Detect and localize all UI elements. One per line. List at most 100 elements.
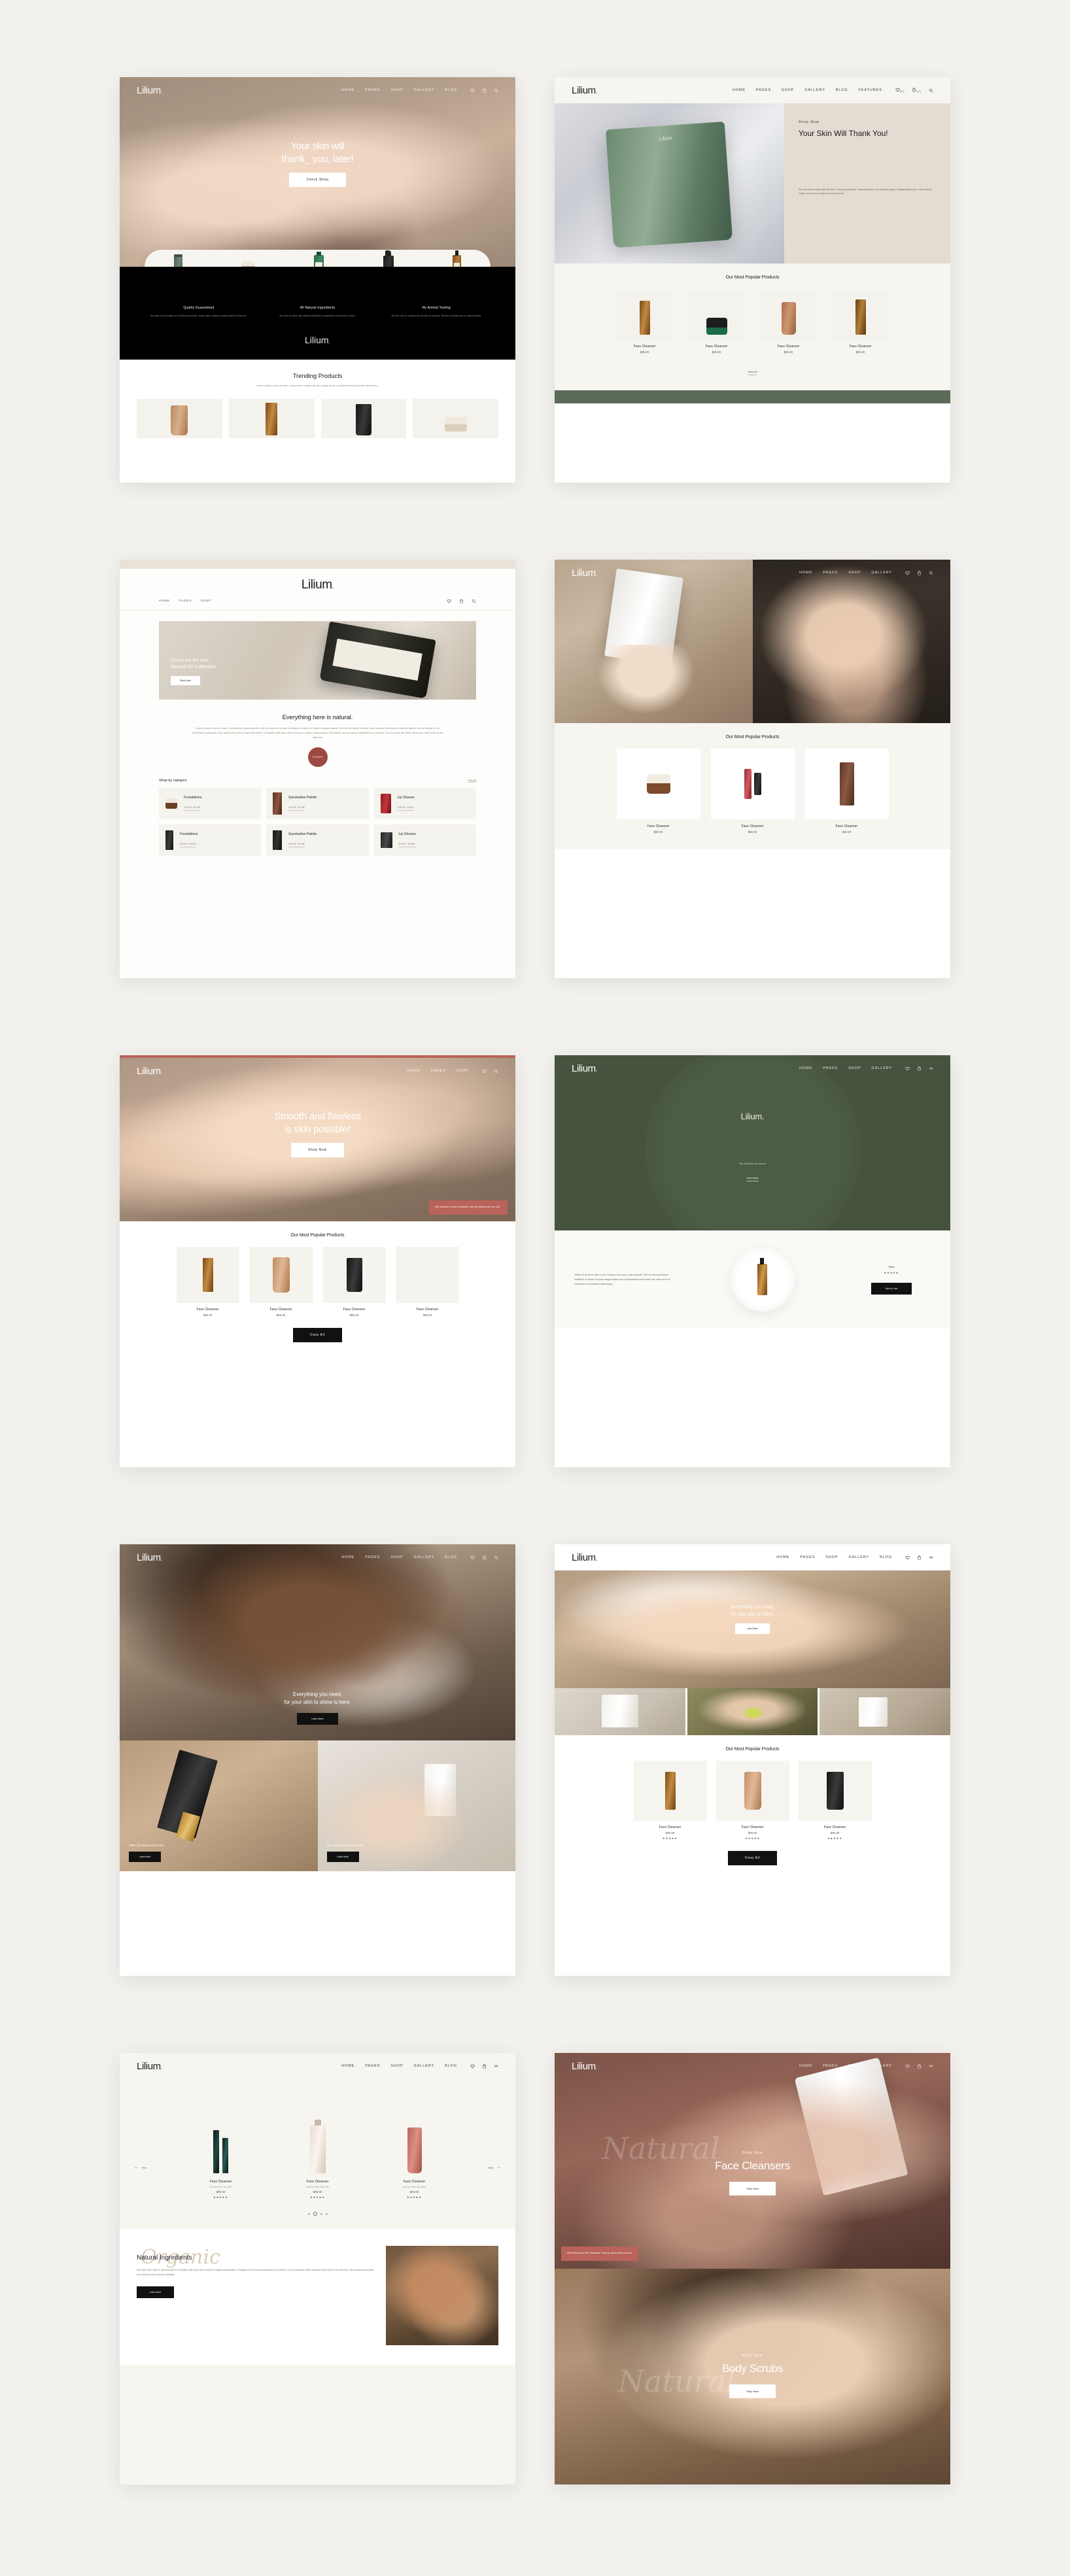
view-all-button[interactable]: View All — [292, 1328, 343, 1342]
demo4-navbar[interactable]: Lilium. HOME PAGES SHOP GALLERY — [555, 560, 950, 586]
carousel-dot[interactable] — [325, 2212, 328, 2215]
nav-link-shop[interactable]: SHOP — [782, 88, 794, 92]
nav-link-home[interactable]: HOME — [341, 1555, 354, 1559]
demo-card-6[interactable]: Lilium. HOME PAGES SHOP GALLERY Lilium. — [555, 1055, 950, 1467]
product-thumb-pump[interactable] — [383, 250, 394, 267]
nav-links[interactable]: HOME PAGES SHOP GALLERY — [799, 2064, 892, 2068]
heart-icon[interactable] — [905, 1555, 910, 1560]
view-all-button[interactable]: View All — [727, 1851, 778, 1865]
nav-link-home[interactable]: HOME — [341, 88, 354, 92]
demo-card-3[interactable]: Lilium. HOME PAGES SHOP Check out the ne… — [120, 560, 515, 978]
nav-links[interactable]: HOME PAGES SHOP GALLERY BLOG — [776, 1555, 892, 1559]
demo-card-4[interactable]: Lilium. HOME PAGES SHOP GALLERY Our Most… — [555, 560, 950, 978]
nav-link-shop[interactable]: SHOP — [848, 2064, 861, 2068]
demo1-hero-button[interactable]: Check Shop — [289, 172, 346, 187]
product-card[interactable]: Face Cleanser $80.00 — [249, 1247, 313, 1317]
category-shop-link[interactable]: SHOP NOW — [398, 843, 415, 848]
demo8-navbar[interactable]: Lilium. HOME PAGES SHOP GALLERY BLOG — [555, 1544, 950, 1570]
nav-link-pages[interactable]: PAGES — [756, 88, 771, 92]
demo10-navbar[interactable]: Lilium. HOME PAGES SHOP GALLERY — [555, 2053, 950, 2079]
nav-links[interactable]: HOME PAGES SHOP GALLERY — [799, 571, 892, 575]
demo8-hero-button[interactable]: Learn More — [734, 1623, 770, 1634]
nav-link-gallery[interactable]: GALLERY — [871, 571, 892, 575]
logo[interactable]: Lilium. — [572, 86, 597, 95]
bag-icon[interactable] — [482, 2063, 487, 2069]
nav-link-gallery[interactable]: GALLERY — [849, 1555, 870, 1559]
product-tile[interactable] — [228, 399, 315, 439]
nav-link-pages[interactable]: PAGES — [800, 1555, 815, 1559]
heart-icon[interactable] — [895, 88, 900, 92]
category-shop-link[interactable]: SHOP NOW — [184, 806, 200, 811]
nav-icons[interactable] — [482, 1069, 498, 1074]
nav-link-home[interactable]: HOME — [733, 88, 746, 92]
demo-card-7[interactable]: Lilium. HOME PAGES SHOP GALLERY BLOG Eve… — [120, 1544, 515, 1976]
category-card[interactable]: Eyeshadow Palette SHOP NOW — [266, 788, 369, 820]
demo7-tile2-button[interactable]: Learn More — [326, 1852, 359, 1862]
nav-link-gallery[interactable]: GALLERY — [871, 1066, 892, 1070]
product-card[interactable]: Face Cleanser $80.00 — [396, 1247, 459, 1317]
demo-card-8[interactable]: Lilium. HOME PAGES SHOP GALLERY BLOG Eve… — [555, 1544, 950, 1976]
nav-links[interactable]: HOME PAGES SHOP GALLERY BLOG — [341, 1555, 457, 1559]
category-shop-link[interactable]: SHOP NOW — [288, 806, 305, 811]
bag-icon[interactable] — [917, 2063, 922, 2069]
wishlist-icon-group[interactable]: (0) — [895, 88, 905, 93]
nav-link-features[interactable]: FEATURES — [859, 88, 882, 92]
demo-card-10[interactable]: Lilium. HOME PAGES SHOP GALLERY Natural … — [555, 2053, 950, 2484]
bag-icon[interactable] — [912, 87, 916, 92]
nav-link-home[interactable]: HOME — [776, 1555, 789, 1559]
product-card[interactable]: Face Cleanser $80.00 — [688, 290, 745, 354]
search-icon[interactable] — [472, 599, 476, 603]
nav-link-pages[interactable]: PAGES — [365, 88, 380, 92]
add-to-cart-button[interactable]: Add to Cart — [871, 1282, 912, 1295]
demo1-product-pill-bar[interactable] — [145, 250, 491, 267]
nav-icons[interactable] — [905, 1066, 933, 1071]
demo2-navbar[interactable]: Lilium. HOME PAGES SHOP GALLERY BLOG FEA… — [555, 77, 950, 103]
demo10-block2-button[interactable]: Shop Now — [729, 2384, 776, 2398]
nav-link-home[interactable]: HOME — [407, 1069, 421, 1073]
product-card[interactable]: Face Cleanser Normal Skin, Dry Skin $80.00… — [279, 2096, 356, 2199]
category-card[interactable]: Foundations SHOP NOW — [159, 824, 262, 856]
nav-links[interactable]: HOME PAGES SHOP — [407, 1069, 469, 1073]
nav-link-gallery[interactable]: GALLERY — [414, 88, 435, 92]
product-thumb-tube[interactable] — [174, 254, 183, 267]
category-card[interactable]: Foundations SHOP NOW — [159, 788, 262, 820]
logo[interactable]: Lilium. — [137, 1066, 162, 1076]
carousel-next[interactable]: Next → — [489, 2165, 501, 2170]
nav-link-shop[interactable]: SHOP — [848, 571, 861, 575]
demo7-hero-button[interactable]: Learn More — [297, 1713, 338, 1725]
logo[interactable]: Lilium. — [302, 578, 334, 592]
bag-icon[interactable] — [482, 1555, 487, 1560]
nav-links[interactable]: HOME PAGES SHOP GALLERY BLOG — [341, 88, 457, 92]
logo[interactable]: Lilium. — [572, 2061, 597, 2071]
product-tile[interactable] — [137, 399, 222, 439]
demo6-navbar[interactable]: Lilium. HOME PAGES SHOP GALLERY — [555, 1055, 950, 1081]
demo7-tile-right[interactable]: See what's best for you skin. Learn More — [317, 1740, 515, 1871]
carousel-dots[interactable] — [120, 2212, 515, 2216]
search-icon[interactable] — [494, 1555, 498, 1560]
demo1-navbar[interactable]: Lilium. HOME PAGES SHOP GALLERY BLOG — [120, 77, 515, 103]
demo-card-9[interactable]: Lilium. HOME PAGES SHOP GALLERY BLOG ← Pr… — [120, 2053, 515, 2484]
search-icon[interactable] — [494, 1069, 498, 1074]
product-card[interactable]: Face Cleanser $80.00 — [804, 749, 889, 834]
nav-link-shop[interactable]: SHOP — [390, 2064, 403, 2068]
product-tile[interactable] — [413, 399, 498, 439]
nav-icons[interactable] — [905, 570, 933, 575]
demo3-navbar[interactable]: HOME PAGES SHOP — [120, 599, 515, 611]
category-shop-link[interactable]: SHOP NOW — [288, 843, 305, 848]
menu-icon[interactable] — [929, 1555, 933, 1560]
nav-link-pages[interactable]: PAGES — [365, 2064, 380, 2068]
search-icon[interactable] — [494, 88, 498, 93]
nav-links[interactable]: HOME PAGES SHOP GALLERY — [799, 1066, 892, 1070]
demo7-tile1-button[interactable]: Learn More — [129, 1852, 162, 1862]
product-card[interactable]: Face Cleanser $80.00 — [760, 290, 817, 354]
nav-link-home[interactable]: HOME — [799, 2064, 812, 2068]
nav-link-pages[interactable]: PAGES — [823, 1066, 838, 1070]
bag-icon[interactable] — [917, 570, 922, 575]
nav-icons[interactable] — [470, 1555, 498, 1560]
strip-tile[interactable] — [687, 1688, 818, 1735]
carousel-prev[interactable]: ← Prev — [134, 2165, 147, 2170]
category-shop-link[interactable]: SHOP NOW — [180, 843, 196, 848]
category-shop-link[interactable]: SHOP NOW — [397, 806, 414, 811]
product-thumb-amber[interactable] — [452, 250, 461, 267]
carousel-dot-active[interactable] — [313, 2212, 317, 2216]
